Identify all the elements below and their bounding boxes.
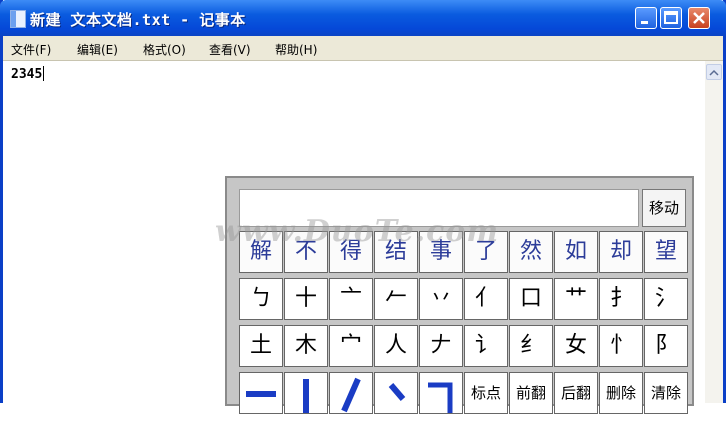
radical-key[interactable]: 木 (284, 325, 328, 367)
close-icon (693, 12, 705, 24)
radical-key[interactable]: 艹 (554, 278, 598, 320)
candidate-key[interactable]: 却 (599, 231, 643, 273)
close-button[interactable] (688, 7, 710, 29)
candidate-key[interactable]: 如 (554, 231, 598, 273)
radical-key[interactable]: 忄 (599, 325, 643, 367)
watermark: www.DuoTe.com (215, 214, 500, 249)
minimize-icon (641, 21, 648, 24)
move-button[interactable]: 移动 (642, 189, 686, 227)
minimize-button[interactable] (635, 7, 657, 29)
notepad-icon[interactable] (10, 10, 26, 28)
radical-key[interactable]: 亠 (329, 278, 373, 320)
radical-key[interactable]: 口 (509, 278, 553, 320)
document-text: 2345 (11, 67, 43, 82)
radical-key[interactable]: 𠂉 (374, 278, 418, 320)
radical-key[interactable]: 人 (374, 325, 418, 367)
maximize-button[interactable] (660, 7, 682, 29)
menu-bar: 文件(F) 编辑(E) 格式(O) 查看(V) 帮助(H) (3, 36, 723, 61)
candidate-key[interactable]: 然 (509, 231, 553, 273)
radical-key[interactable]: 氵 (644, 278, 688, 320)
text-caret (43, 66, 45, 81)
stroke-pie-icon (341, 377, 361, 413)
chevron-up-icon (709, 69, 719, 76)
radical-key[interactable]: 丷 (419, 278, 463, 320)
stroke-dian-icon (388, 383, 406, 401)
radical-key[interactable]: 亻 (464, 278, 508, 320)
menu-view[interactable]: 查看(V) (209, 41, 251, 58)
window-title: 新建 文本文档.txt - 记事本 (30, 11, 246, 29)
radical-key[interactable]: 宀 (329, 325, 373, 367)
clear-key[interactable]: 清除 (644, 372, 688, 414)
punctuation-key[interactable]: 标点 (464, 372, 508, 414)
stroke-key-pie[interactable] (329, 372, 373, 414)
document-text-wrap: 2345 (11, 66, 45, 82)
radical-key[interactable]: ㄅ (239, 278, 283, 320)
radical-key[interactable]: 扌 (599, 278, 643, 320)
radical-key[interactable]: 土 (239, 325, 283, 367)
stroke-shu-icon (303, 379, 309, 413)
radical-key[interactable]: 阝 (644, 325, 688, 367)
radical-key[interactable]: 纟 (509, 325, 553, 367)
stroke-key-heng[interactable] (239, 372, 283, 414)
menu-file[interactable]: 文件(F) (11, 41, 51, 58)
radical-key[interactable]: 讠 (464, 325, 508, 367)
candidate-key[interactable]: 望 (644, 231, 688, 273)
stroke-heng-icon (246, 391, 276, 397)
delete-key[interactable]: 删除 (599, 372, 643, 414)
stroke-key-zhe[interactable] (419, 372, 463, 414)
stroke-zhe-icon (428, 382, 453, 413)
radical-key[interactable]: 十 (284, 278, 328, 320)
menu-help[interactable]: 帮助(H) (275, 41, 317, 58)
maximize-icon (664, 11, 678, 24)
vertical-scrollbar[interactable] (705, 61, 723, 403)
menu-format[interactable]: 格式(O) (143, 41, 186, 58)
scroll-up-button[interactable] (706, 64, 722, 80)
radical-key[interactable]: 𠂇 (419, 325, 463, 367)
soft-keyboard: 移动 解 不 得 结 事 了 然 如 却 望 ㄅ 十 亠 𠂉 丷 亻 口 艹 扌… (225, 176, 694, 414)
title-bar[interactable]: 新建 文本文档.txt - 记事本 (0, 0, 726, 36)
stroke-key-shu[interactable] (284, 372, 328, 414)
next-page-key[interactable]: 后翻 (554, 372, 598, 414)
radical-key[interactable]: 女 (554, 325, 598, 367)
menu-edit[interactable]: 编辑(E) (77, 41, 118, 58)
stroke-key-dian[interactable] (374, 372, 418, 414)
prev-page-key[interactable]: 前翻 (509, 372, 553, 414)
